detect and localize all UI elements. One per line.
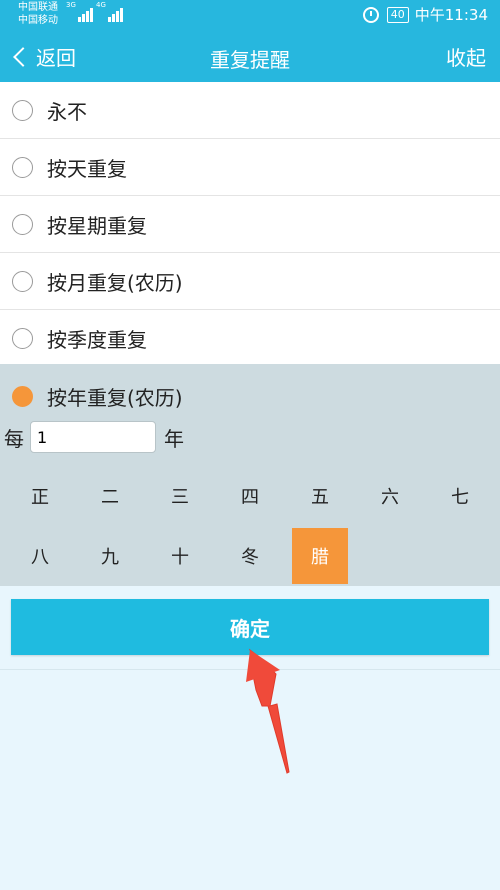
annotation-arrow-icon bbox=[246, 648, 290, 774]
